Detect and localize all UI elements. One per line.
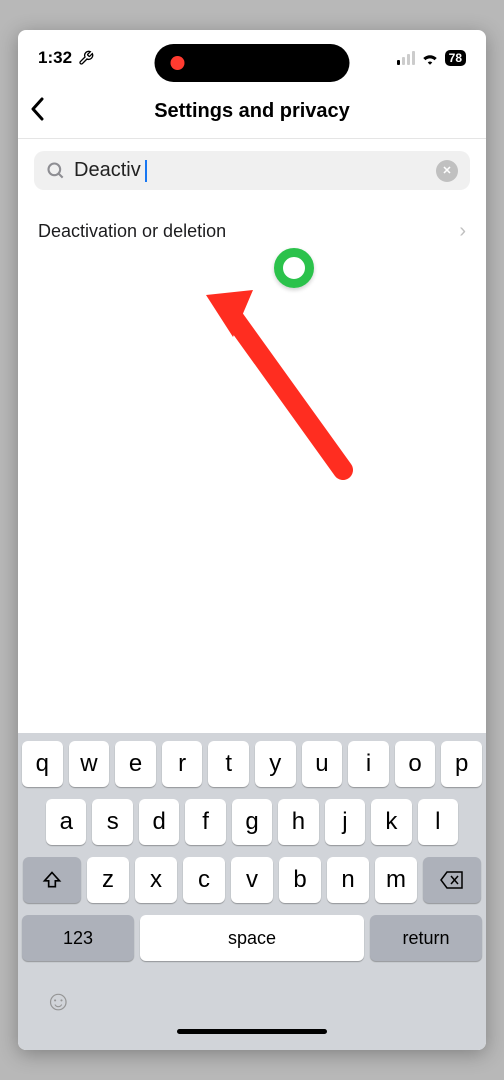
key-t[interactable]: t [208, 741, 249, 787]
emoji-button[interactable]: ☺ [44, 985, 73, 1017]
home-indicator[interactable] [177, 1029, 327, 1034]
shift-key[interactable] [23, 857, 81, 903]
shift-icon [42, 870, 62, 890]
status-bar: 1:32 78 [18, 30, 486, 85]
key-e[interactable]: e [115, 741, 156, 787]
nav-header: Settings and privacy [18, 85, 486, 139]
cellular-signal-icon [397, 51, 415, 65]
annotation-highlight-circle [274, 248, 314, 288]
keyboard-row-3: z x c v b n m [22, 857, 482, 903]
clear-search-button[interactable]: ✕ [436, 160, 458, 182]
key-d[interactable]: d [139, 799, 179, 845]
search-icon [46, 161, 66, 181]
keyboard-row-2: a s d f g h j k l [22, 799, 482, 845]
back-button[interactable] [30, 95, 44, 129]
search-input[interactable]: Deactiv [74, 159, 141, 182]
key-z[interactable]: z [87, 857, 129, 903]
key-o[interactable]: o [395, 741, 436, 787]
annotation-arrow-icon [198, 275, 368, 495]
key-s[interactable]: s [92, 799, 132, 845]
space-key[interactable]: space [140, 915, 364, 961]
wifi-icon [421, 51, 439, 65]
status-time: 1:32 [38, 48, 72, 68]
key-p[interactable]: p [441, 741, 482, 787]
battery-level: 78 [449, 51, 462, 65]
key-h[interactable]: h [278, 799, 318, 845]
key-l[interactable]: l [418, 799, 458, 845]
tools-icon [78, 50, 94, 66]
keyboard-row-4: 123 space return [22, 915, 482, 961]
return-key[interactable]: return [370, 915, 482, 961]
status-time-area: 1:32 [38, 48, 94, 68]
status-right: 78 [397, 50, 466, 66]
keyboard-row-1: q w e r t y u i o p [22, 741, 482, 787]
key-i[interactable]: i [348, 741, 389, 787]
key-j[interactable]: j [325, 799, 365, 845]
key-r[interactable]: r [162, 741, 203, 787]
key-n[interactable]: n [327, 857, 369, 903]
search-result-deactivation[interactable]: Deactivation or deletion › [18, 202, 486, 261]
key-g[interactable]: g [232, 799, 272, 845]
key-y[interactable]: y [255, 741, 296, 787]
key-k[interactable]: k [371, 799, 411, 845]
keyboard-bottom-row: ☺ [22, 967, 482, 1029]
key-w[interactable]: w [69, 741, 110, 787]
phone-screen: 1:32 78 Settings and privacy Deactiv ✕ [18, 30, 486, 1050]
text-cursor [145, 160, 147, 182]
key-c[interactable]: c [183, 857, 225, 903]
backspace-icon [440, 871, 464, 889]
page-title: Settings and privacy [154, 100, 350, 123]
key-u[interactable]: u [302, 741, 343, 787]
numbers-key[interactable]: 123 [22, 915, 134, 961]
result-label: Deactivation or deletion [38, 221, 226, 242]
key-x[interactable]: x [135, 857, 177, 903]
recording-indicator-icon [171, 56, 185, 70]
search-box[interactable]: Deactiv ✕ [34, 151, 470, 190]
search-container: Deactiv ✕ [18, 139, 486, 202]
dynamic-island [155, 44, 350, 82]
backspace-key[interactable] [423, 857, 481, 903]
key-v[interactable]: v [231, 857, 273, 903]
chevron-right-icon: › [459, 220, 466, 243]
key-m[interactable]: m [375, 857, 417, 903]
key-a[interactable]: a [46, 799, 86, 845]
key-b[interactable]: b [279, 857, 321, 903]
key-f[interactable]: f [185, 799, 225, 845]
key-q[interactable]: q [22, 741, 63, 787]
battery-indicator: 78 [445, 50, 466, 66]
soft-keyboard: q w e r t y u i o p a s d f g h j k l z [18, 733, 486, 1050]
